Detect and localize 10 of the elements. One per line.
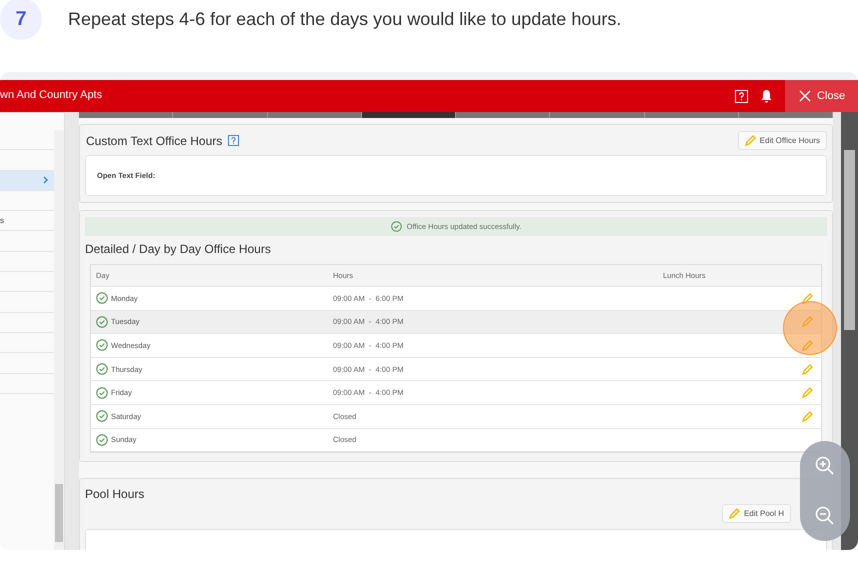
section-title: Custom Text Office Hours <box>86 134 222 148</box>
edit-pool-hours-button[interactable]: Edit Pool H <box>722 504 791 524</box>
step-instruction: Repeat steps 4-6 for each of the days you would like to update hours. <box>68 8 622 30</box>
section-title: Pool Hours <box>85 487 146 502</box>
property-title: wn And Country Apts <box>0 88 102 100</box>
sidebar-item-label: s <box>0 216 4 226</box>
section-title: Detailed / Day by Day Office Hours <box>85 242 272 256</box>
step-number-badge: 7 <box>0 0 42 40</box>
edit-office-hours-button[interactable]: Edit Office Hours <box>738 131 827 150</box>
close-button[interactable]: Close <box>785 80 858 112</box>
